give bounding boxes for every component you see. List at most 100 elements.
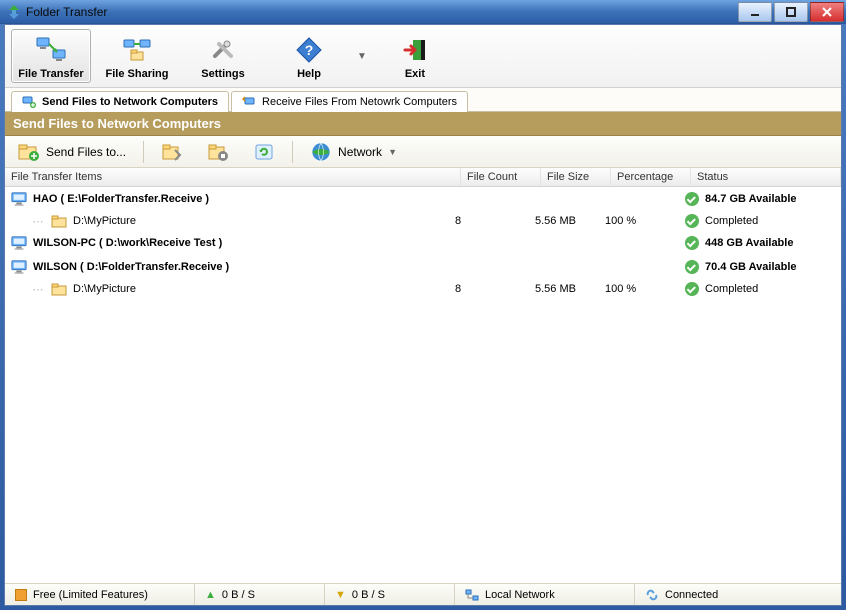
toolbar-separator [292,141,293,163]
status-bar: Free (Limited Features) ▲ 0 B / S ▼ 0 B … [5,583,841,605]
status-network: Local Network [455,584,635,605]
folder-stop-icon [207,141,229,163]
table-row-host[interactable]: HAO ( E:\FolderTransfer.Receive ) 84.7 GB… [5,187,841,211]
link-icon [645,589,659,601]
row-size: 5.56 MB [535,215,605,227]
file-transfer-label: File Transfer [18,68,84,80]
network-icon [465,589,479,601]
minimize-button[interactable] [738,2,772,22]
file-sharing-button[interactable]: File Sharing [97,29,177,83]
file-transfer-icon [18,34,84,66]
status-license: Free (Limited Features) [5,584,195,605]
file-sharing-icon [104,34,170,66]
monitor-icon [11,191,27,207]
col-items[interactable]: File Transfer Items [5,168,461,186]
action-toolbar: Send Files to... Network ▼ [5,136,841,168]
send-files-to-button[interactable]: Send Files to... [11,138,133,166]
grid-body[interactable]: HAO ( E:\FolderTransfer.Receive ) 84.7 GB… [5,187,841,583]
license-icon [15,589,27,601]
settings-icon [190,34,256,66]
row-label: WILSON-PC ( D:\work\Receive Test ) [33,237,222,249]
folder-arrow-icon [161,141,183,163]
upload-icon: ▲ [205,589,216,601]
folder-icon [51,281,67,297]
monitor-icon [11,235,27,251]
tab-receive-label: Receive Files From Netowrk Computers [262,96,457,108]
maximize-button[interactable] [774,2,808,22]
check-icon [685,282,699,296]
globe-icon [310,141,332,163]
close-button[interactable] [810,2,844,22]
license-text: Free (Limited Features) [33,589,148,601]
col-status[interactable]: Status [691,168,841,186]
window-title: Folder Transfer [26,5,107,19]
tab-send[interactable]: Send Files to Network Computers [11,91,229,112]
row-label: D:\MyPicture [73,283,136,295]
row-size: 5.56 MB [535,283,605,295]
row-label: HAO ( E:\FolderTransfer.Receive ) [33,193,209,205]
row-status: 448 GB Available [685,236,835,250]
network-dropdown[interactable]: Network ▼ [303,138,404,166]
title-bar: Folder Transfer [0,0,846,24]
check-icon [685,260,699,274]
row-label: D:\MyPicture [73,215,136,227]
status-download: ▼ 0 B / S [325,584,455,605]
window-buttons [738,2,846,22]
exit-label: Exit [382,68,448,80]
folder-action-1-button[interactable] [154,138,190,166]
main-toolbar: File Transfer File Sharing [5,25,841,88]
row-status: 70.4 GB Available [685,260,835,274]
toolbar-dropdown[interactable]: ▼ [355,51,369,62]
refresh-button[interactable] [246,138,282,166]
folder-action-2-button[interactable] [200,138,236,166]
row-status: 84.7 GB Available [685,192,835,206]
app-icon [6,4,22,20]
folder-icon [51,213,67,229]
table-row-item[interactable]: ⋯ D:\MyPicture 85.56 MB100 % Completed [5,211,841,231]
settings-label: Settings [190,68,256,80]
tab-receive[interactable]: Receive Files From Netowrk Computers [231,91,468,112]
grid-header: File Transfer Items File Count File Size… [5,168,841,187]
help-icon: ? [276,34,342,66]
tab-send-label: Send Files to Network Computers [42,96,218,108]
row-percentage: 100 % [605,215,685,227]
exit-button[interactable]: Exit [375,29,455,83]
row-status-text: Completed [705,283,758,295]
network-label: Network [338,145,382,159]
tab-bar: Send Files to Network Computers Receive … [5,88,841,112]
status-connected: Connected [635,584,841,605]
svg-text:?: ? [305,42,314,58]
check-icon [685,236,699,250]
file-transfer-button[interactable]: File Transfer [11,29,91,83]
row-status-text: Completed [705,215,758,227]
folder-send-icon [18,141,40,163]
download-icon: ▼ [335,589,346,601]
client-area: File Transfer File Sharing [4,24,842,606]
send-files-to-label: Send Files to... [46,145,126,159]
connected-text: Connected [665,589,718,601]
col-percentage[interactable]: Percentage [611,168,691,186]
tree-line: ⋯ [31,283,45,296]
table-row-host[interactable]: WILSON ( D:\FolderTransfer.Receive )70.4… [5,255,841,279]
banner: Send Files to Network Computers [5,112,841,136]
row-status: Completed [685,282,835,296]
row-count: 8 [455,215,535,227]
check-icon [685,214,699,228]
table-row-host[interactable]: WILSON-PC ( D:\work\Receive Test ) 448 GB… [5,231,841,255]
table-row-item[interactable]: ⋯D:\MyPicture85.56 MB100 %Completed [5,279,841,299]
settings-button[interactable]: Settings [183,29,263,83]
toolbar-separator [143,141,144,163]
col-size[interactable]: File Size [541,168,611,186]
check-icon [685,192,699,206]
col-count[interactable]: File Count [461,168,541,186]
send-tab-icon [22,95,36,109]
row-status-text: 70.4 GB Available [705,261,797,273]
help-label: Help [276,68,342,80]
exit-icon [382,34,448,66]
row-count: 8 [455,283,535,295]
help-button[interactable]: ? Help [269,29,349,83]
receive-tab-icon [242,95,256,109]
tree-line: ⋯ [31,215,45,228]
network-text: Local Network [485,589,555,601]
upload-rate: 0 B / S [222,589,255,601]
